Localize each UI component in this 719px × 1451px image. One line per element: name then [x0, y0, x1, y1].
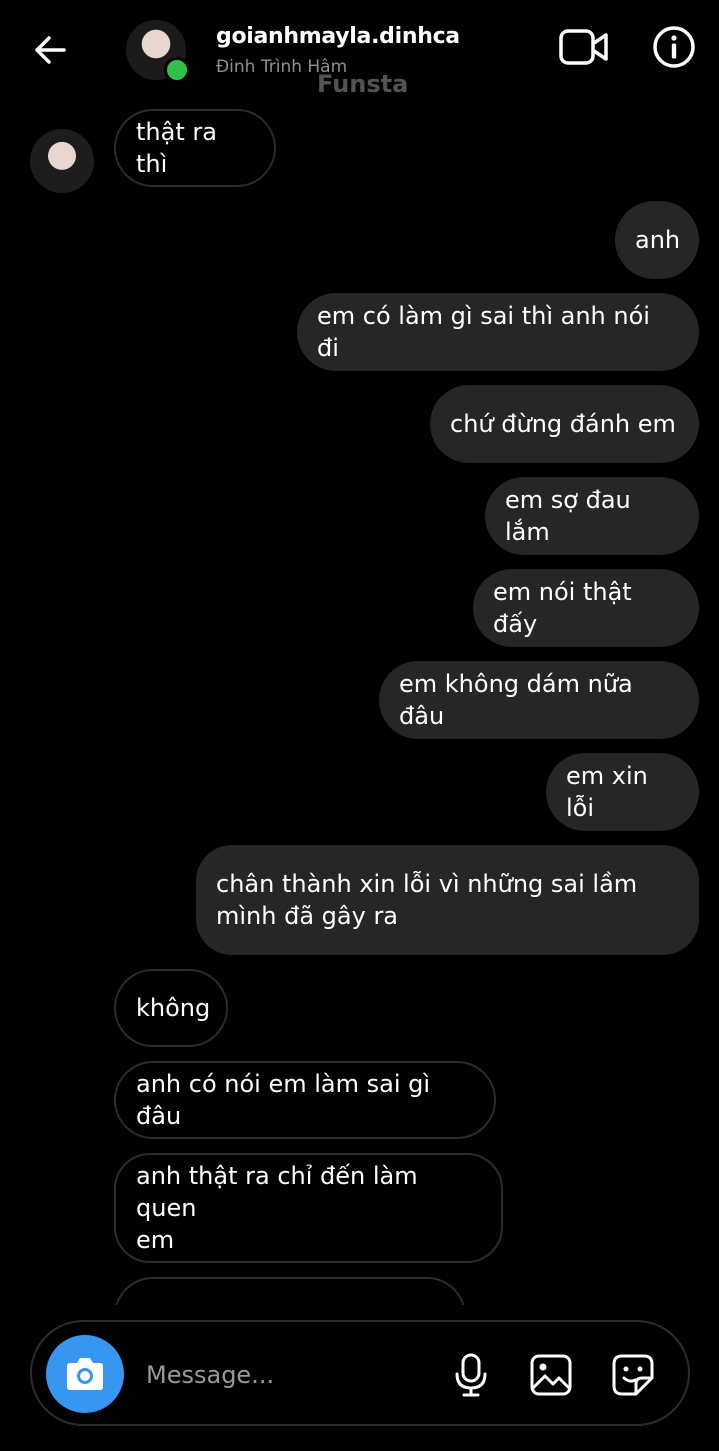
gallery-icon[interactable]: [528, 1352, 574, 1398]
message-bubble-sent[interactable]: em xin lỗi: [546, 753, 699, 831]
message-bubble-sent[interactable]: em không dám nữa đâu: [379, 661, 699, 739]
message-bubble-received[interactable]: anh có nói em làm sai gì đâu: [114, 1061, 496, 1139]
app-watermark: Funsta: [317, 70, 409, 98]
message-input[interactable]: [144, 1352, 428, 1398]
message-thread[interactable]: thật ra thì anh em có làm gì sai thì anh…: [0, 100, 719, 1305]
sender-avatar[interactable]: [30, 129, 94, 193]
online-status-dot: [164, 57, 190, 83]
message-bubble-sent[interactable]: em có làm gì sai thì anh nói đi: [297, 293, 699, 371]
message-bubble-sent[interactable]: chân thành xin lỗi vì những sai lầm mình…: [196, 845, 699, 955]
message-bubble-sent[interactable]: em sợ đau lắm: [485, 477, 699, 555]
message-composer: [30, 1320, 690, 1426]
video-call-icon[interactable]: [558, 26, 610, 68]
camera-icon: [67, 1358, 103, 1390]
message-bubble-received[interactable]: không: [114, 969, 228, 1047]
sticker-icon[interactable]: [610, 1352, 656, 1398]
message-bubble-sent[interactable]: em nói thật đấy: [473, 569, 699, 647]
camera-button[interactable]: [46, 1335, 124, 1413]
microphone-icon[interactable]: [448, 1352, 494, 1398]
message-bubble-received[interactable]: [114, 1277, 466, 1305]
back-arrow-icon[interactable]: [30, 30, 70, 70]
message-bubble-received[interactable]: thật ra thì: [114, 109, 276, 187]
chat-header: goianhmayla.dinhca Đinh Trình Hâm Funsta: [0, 0, 719, 100]
message-bubble-sent[interactable]: anh: [615, 201, 699, 279]
chat-username[interactable]: goianhmayla.dinhca: [216, 24, 460, 49]
message-bubble-sent[interactable]: chứ đừng đánh em: [430, 385, 699, 463]
info-icon[interactable]: [652, 25, 696, 69]
message-bubble-received[interactable]: anh thật ra chỉ đến làm quen em: [114, 1153, 503, 1263]
